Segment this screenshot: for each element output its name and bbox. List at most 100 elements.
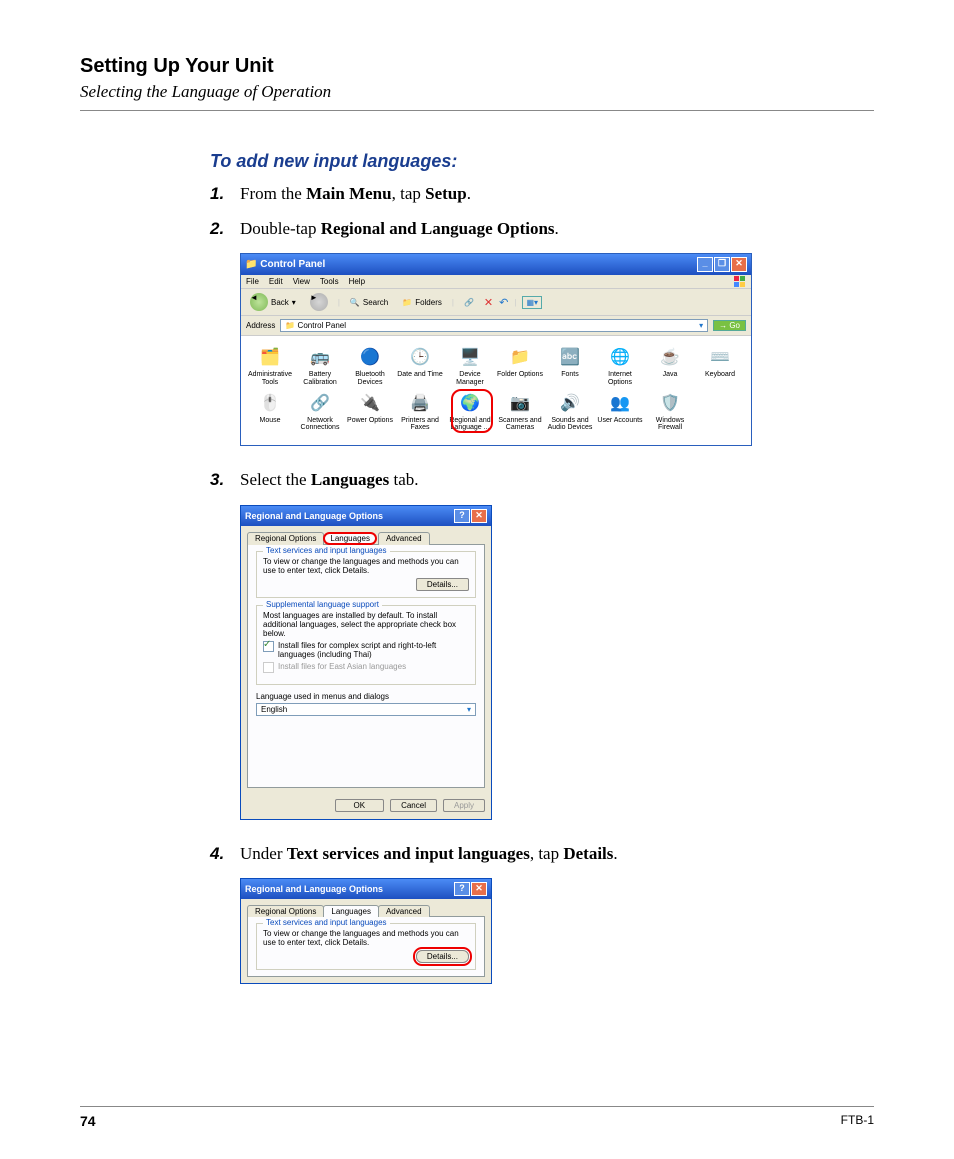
menu-file[interactable]: File bbox=[246, 277, 259, 286]
cancel-button[interactable]: Cancel bbox=[390, 799, 437, 812]
cp-item[interactable]: 👥 User Accounts bbox=[595, 390, 645, 435]
doc-id: FTB-1 bbox=[841, 1113, 874, 1129]
menu-help[interactable]: Help bbox=[349, 277, 365, 286]
close-button[interactable]: ✕ bbox=[731, 257, 747, 272]
close-button[interactable]: ✕ bbox=[471, 882, 487, 896]
apply-button[interactable]: Apply bbox=[443, 799, 485, 812]
cp-item-icon: 🗂️ bbox=[259, 347, 281, 369]
group-text-services: Text services and input languages bbox=[263, 546, 390, 555]
tab-advanced[interactable]: Advanced bbox=[378, 905, 430, 917]
cp-item[interactable]: 🔵BluetoothDevices bbox=[345, 344, 395, 389]
cp-item[interactable]: 🛡️ WindowsFirewall bbox=[645, 390, 695, 435]
step-number: 1. bbox=[210, 182, 240, 207]
cp-item-icon: 🔵 bbox=[359, 347, 381, 369]
cp-item[interactable]: 🌐InternetOptions bbox=[595, 344, 645, 389]
checkbox-complex-script[interactable] bbox=[263, 641, 274, 652]
checkbox-east-asian[interactable] bbox=[263, 662, 274, 673]
tab-languages[interactable]: Languages bbox=[323, 905, 379, 917]
cp-item-icon: ☕ bbox=[659, 347, 681, 369]
page-number: 74 bbox=[80, 1113, 96, 1129]
windows-flag-icon bbox=[734, 276, 745, 287]
cp-item-label: Fonts bbox=[545, 371, 595, 379]
cp-item[interactable]: 🖱️Mouse bbox=[245, 390, 295, 435]
step-number: 2. bbox=[210, 217, 240, 242]
folders-button[interactable]: 📁 Folders bbox=[398, 297, 446, 308]
delete-icon[interactable]: ✕ bbox=[484, 296, 493, 309]
cp-item[interactable]: 🌍Regional andLanguage ... bbox=[445, 390, 495, 435]
cp-item[interactable]: ☕Java bbox=[645, 344, 695, 389]
toolbar-extra[interactable]: 🔗 bbox=[460, 297, 478, 308]
help-button[interactable]: ? bbox=[454, 509, 470, 523]
menu-edit[interactable]: Edit bbox=[269, 277, 283, 286]
group-supplemental: Supplemental language support bbox=[263, 600, 382, 609]
tab-regional-options[interactable]: Regional Options bbox=[247, 532, 324, 545]
cp-item[interactable]: 🔗NetworkConnections bbox=[295, 390, 345, 435]
details-button[interactable]: Details... bbox=[416, 578, 469, 591]
cp-item[interactable]: 🔌 Power Options bbox=[345, 390, 395, 435]
page-title: Setting Up Your Unit bbox=[80, 55, 874, 78]
views-button[interactable]: ▦▾ bbox=[522, 296, 542, 309]
tab-advanced[interactable]: Advanced bbox=[378, 532, 430, 545]
cp-item-icon: 🛡️ bbox=[659, 393, 681, 415]
screenshot-control-panel: 📁 Control Panel _ ❐ ✕ File Edit View Too… bbox=[240, 253, 874, 446]
cp-item[interactable]: 📷 Scanners andCameras bbox=[495, 390, 545, 435]
cp-item-label: WindowsFirewall bbox=[645, 417, 695, 432]
ok-button[interactable]: OK bbox=[335, 799, 385, 812]
details-button[interactable]: Details... bbox=[416, 950, 469, 963]
address-field[interactable]: 📁 Control Panel ▾ bbox=[280, 319, 708, 332]
step-4: 4. Under Text services and input languag… bbox=[210, 842, 874, 867]
go-button[interactable]: → Go bbox=[713, 320, 746, 331]
page-header: Setting Up Your Unit Selecting the Langu… bbox=[80, 55, 874, 111]
undo-icon[interactable]: ↶ bbox=[499, 296, 508, 309]
cp-item-label: Mouse bbox=[245, 417, 295, 425]
step-3: 3. Select the Languages tab. bbox=[210, 468, 874, 493]
cp-item[interactable]: 🔊Sounds andAudio Devices bbox=[545, 390, 595, 435]
forward-button[interactable]: ► bbox=[306, 292, 332, 312]
cp-item-icon: 👥 bbox=[609, 393, 631, 415]
search-button[interactable]: 🔍 Search bbox=[346, 297, 392, 308]
cp-item[interactable]: 🕒 Date and Time bbox=[395, 344, 445, 389]
cp-item[interactable]: 🖥️ DeviceManager bbox=[445, 344, 495, 389]
step-2: 2. Double-tap Regional and Language Opti… bbox=[210, 217, 874, 242]
dialog-titlebar[interactable]: Regional and Language Options ? ✕ bbox=[241, 879, 491, 899]
cp-item-label: User Accounts bbox=[595, 417, 645, 425]
group-text-services: Text services and input languages bbox=[263, 918, 390, 927]
cp-item[interactable]: 📁Folder Options bbox=[495, 344, 545, 389]
cp-item-icon: 📷 bbox=[509, 393, 531, 415]
back-button[interactable]: ◄Back ▾ bbox=[246, 292, 300, 312]
menu-tools[interactable]: Tools bbox=[320, 277, 339, 286]
dialog-titlebar[interactable]: Regional and Language Options ? ✕ bbox=[241, 506, 491, 526]
cp-item-icon: 🔤 bbox=[559, 347, 581, 369]
cp-item-icon: 🖥️ bbox=[459, 347, 481, 369]
screenshot-dialog-languages-tab: Regional and Language Options ? ✕ Region… bbox=[240, 505, 874, 820]
menu-view[interactable]: View bbox=[293, 277, 310, 286]
cp-item-label: Sounds andAudio Devices bbox=[545, 417, 595, 432]
minimize-button[interactable]: _ bbox=[697, 257, 713, 272]
language-select[interactable]: English▾ bbox=[256, 703, 476, 716]
cp-item-label: Power Options bbox=[345, 417, 395, 425]
cp-item-label: Folder Options bbox=[495, 371, 545, 379]
cp-item[interactable]: 🔤 Fonts bbox=[545, 344, 595, 389]
cp-item-label: DeviceManager bbox=[445, 371, 495, 386]
cp-item-icon: 🔗 bbox=[309, 393, 331, 415]
tab-languages[interactable]: Languages bbox=[323, 532, 377, 545]
cp-item-label: Date and Time bbox=[395, 371, 445, 379]
help-button[interactable]: ? bbox=[454, 882, 470, 896]
cp-item[interactable]: 🖨️Printers andFaxes bbox=[395, 390, 445, 435]
window-titlebar[interactable]: 📁 Control Panel _ ❐ ✕ bbox=[241, 254, 751, 275]
close-button[interactable]: ✕ bbox=[471, 509, 487, 523]
cp-item-icon: 🕒 bbox=[409, 347, 431, 369]
step-1: 1. From the Main Menu, tap Setup. bbox=[210, 182, 874, 207]
maximize-button[interactable]: ❐ bbox=[714, 257, 730, 272]
cp-item-icon: 🔌 bbox=[359, 393, 381, 415]
cp-item[interactable]: ⌨️ Keyboard bbox=[695, 344, 745, 389]
cp-item[interactable]: 🗂️AdministrativeTools bbox=[245, 344, 295, 389]
cp-item[interactable]: 🚌BatteryCalibration bbox=[295, 344, 345, 389]
cp-item-label: Scanners andCameras bbox=[495, 417, 545, 432]
cp-item-label: Keyboard bbox=[695, 371, 745, 379]
tab-regional-options[interactable]: Regional Options bbox=[247, 905, 324, 917]
cp-item-icon: ⌨️ bbox=[709, 347, 731, 369]
highlight-regional-language bbox=[451, 389, 493, 433]
address-label: Address bbox=[246, 321, 275, 330]
cp-item-icon: 🚌 bbox=[309, 347, 331, 369]
